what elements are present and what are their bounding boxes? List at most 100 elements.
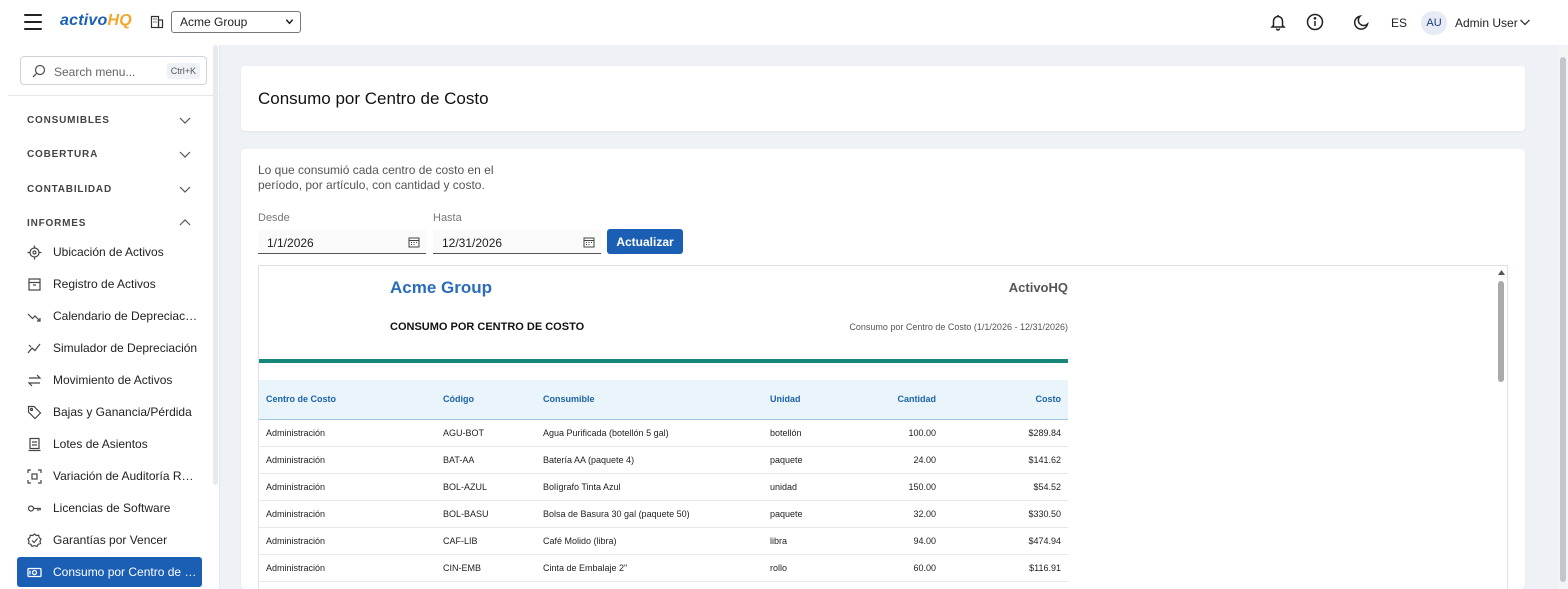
section-label: CONSUMIBLES: [27, 115, 110, 126]
page-title: Consumo por Centro de Costo: [258, 89, 489, 108]
section-consumibles[interactable]: CONSUMIBLES: [27, 115, 197, 126]
table-cell: CIN-EMB: [436, 554, 536, 582]
sidebar-item-lotes-asientos[interactable]: Lotes de Asientos: [17, 429, 202, 459]
user-name[interactable]: Admin User: [1455, 16, 1518, 30]
table-cell: 32.00: [840, 500, 943, 528]
section-label: COBERTURA: [27, 149, 99, 160]
table-header-row: Centro de Costo Código Consumible Unidad…: [259, 380, 1068, 420]
from-date-input[interactable]: 1/1/2026: [258, 230, 426, 254]
rfid-scan-icon: [27, 469, 42, 484]
table-row: Administración AGU-BOT Agua Purificada (…: [259, 419, 1068, 447]
chevron-down-icon[interactable]: [1519, 16, 1531, 28]
location-icon: [27, 245, 42, 260]
table-cell: Administración: [259, 419, 436, 447]
sidebar-item-label: Movimiento de Activos: [53, 373, 173, 387]
language-toggle[interactable]: ES: [1391, 16, 1407, 30]
report-title: CONSUMO POR CENTRO DE COSTO: [390, 321, 585, 333]
report-brand: ActivoHQ: [1008, 280, 1068, 295]
table-cell: Administración: [259, 500, 436, 528]
section-contabilidad[interactable]: CONTABILIDAD: [27, 184, 197, 195]
sidebar-item-label: Garantías por Vencer: [53, 533, 168, 547]
logo-part-2: HQ: [107, 12, 132, 29]
search-input[interactable]: Search menu... Ctrl+K: [20, 56, 207, 85]
section-informes[interactable]: INFORMES: [27, 218, 197, 229]
page-scrollbar[interactable]: [1558, 45, 1568, 589]
tag-icon: [27, 405, 42, 420]
sidebar-item-garantias[interactable]: Garantías por Vencer: [17, 525, 202, 555]
sidebar-item-label: Licencias de Software: [53, 501, 171, 515]
sidebar-item-label: Consumo por Centro de Costo: [53, 565, 198, 579]
avatar[interactable]: AU: [1421, 11, 1447, 35]
sidebar-item-auditoria-rfid[interactable]: Variación de Auditoría RFID: [17, 461, 202, 491]
bell-icon[interactable]: [1269, 13, 1287, 31]
table-cell: paquete: [763, 446, 840, 474]
sidebar-item-movimiento-activos[interactable]: Movimiento de Activos: [17, 365, 202, 395]
table-cell: 60.00: [840, 554, 943, 582]
to-date-value: 12/31/2026: [442, 236, 503, 250]
report-viewer: Acme Group ActivoHQ CONSUMO POR CENTRO D…: [258, 265, 1508, 589]
report-card: Lo que consumió cada centro de costo en …: [241, 149, 1525, 589]
table-cell: unidad: [763, 473, 840, 501]
cash-icon: [27, 567, 42, 578]
report-scrollbar-thumb[interactable]: [1498, 281, 1504, 382]
chevron-up-icon: [179, 219, 191, 226]
table-cell: Agua Purificada (botellón 5 gal): [536, 419, 763, 447]
table-row: Administración BAT-AA Batería AA (paquet…: [259, 446, 1068, 474]
scroll-up-arrow-icon[interactable]: [1497, 268, 1506, 276]
report-scrollbar[interactable]: [1497, 268, 1506, 589]
table-cell: 150.00: [840, 473, 943, 501]
column-header: Cantidad: [840, 380, 943, 420]
chevron-down-icon: [179, 117, 191, 124]
table-cell: $116.91: [943, 554, 1068, 582]
app-logo[interactable]: activoHQ: [60, 12, 132, 30]
table-cell: $289.84: [943, 419, 1068, 447]
trend-down-icon: [27, 313, 41, 322]
chart-line-icon: [27, 343, 41, 354]
search-placeholder: Search menu...: [54, 65, 136, 79]
table-row: Administración BOL-AZUL Bolígrafo Tinta …: [259, 473, 1068, 501]
moon-icon[interactable]: [1353, 13, 1371, 31]
sidebar-item-label: Simulador de Depreciación: [53, 341, 198, 355]
section-label: CONTABILIDAD: [27, 184, 112, 195]
menu-icon[interactable]: [24, 14, 42, 30]
sidebar-item-registro-activos[interactable]: Registro de Activos: [17, 269, 202, 299]
calendar-icon[interactable]: [408, 236, 420, 248]
sidebar-divider: [8, 95, 220, 96]
table-cell: Administración: [259, 473, 436, 501]
page-scrollbar-thumb[interactable]: [1560, 57, 1566, 582]
table-cell: $474.94: [943, 527, 1068, 555]
update-button[interactable]: Actualizar: [607, 229, 683, 254]
from-label: Desde: [258, 212, 290, 224]
sidebar-item-simulador-depreciacion[interactable]: Simulador de Depreciación: [17, 333, 202, 363]
table-cell: BOL-BASU: [436, 500, 536, 528]
sidebar-scrollbar[interactable]: [213, 45, 218, 485]
table-cell: botellón: [763, 419, 840, 447]
organization-select[interactable]: Acme Group: [171, 11, 301, 33]
column-header: Centro de Costo: [259, 380, 436, 420]
table-cell: Café Molido (libra): [536, 527, 763, 555]
table-cell: paquete: [763, 500, 840, 528]
table-cell: BOL-AZUL: [436, 473, 536, 501]
logo-part-1: activo: [60, 12, 108, 29]
sidebar-item-licencias-software[interactable]: Licencias de Software: [17, 493, 202, 523]
sidebar-item-bajas[interactable]: Bajas y Ganancia/Pérdida: [17, 397, 202, 427]
organization-select-value: Acme Group: [180, 15, 248, 29]
column-header: Código: [436, 380, 536, 420]
badge-check-icon: [27, 533, 42, 548]
calendar-icon[interactable]: [583, 236, 595, 248]
chevron-down-icon: [285, 19, 294, 25]
table-cell: libra: [763, 527, 840, 555]
table-cell: BAT-AA: [436, 446, 536, 474]
table-cell: $141.62: [943, 446, 1068, 474]
sidebar-item-ubicacion-activos[interactable]: Ubicación de Activos: [17, 237, 202, 267]
table-cell: 100.00: [840, 419, 943, 447]
report-subtitle: Consumo por Centro de Costo (1/1/2026 - …: [849, 322, 1068, 332]
page-description: Lo que consumió cada centro de costo en …: [258, 163, 494, 192]
table-cell: 94.00: [840, 527, 943, 555]
section-cobertura[interactable]: COBERTURA: [27, 149, 197, 160]
to-date-input[interactable]: 12/31/2026: [433, 230, 601, 254]
info-icon[interactable]: [1306, 13, 1324, 31]
table-cell: rollo: [763, 554, 840, 582]
sidebar-item-consumo-centro-costo[interactable]: Consumo por Centro de Costo: [17, 557, 202, 587]
sidebar-item-calendario-depreciacion[interactable]: Calendario de Depreciación: [17, 301, 202, 331]
